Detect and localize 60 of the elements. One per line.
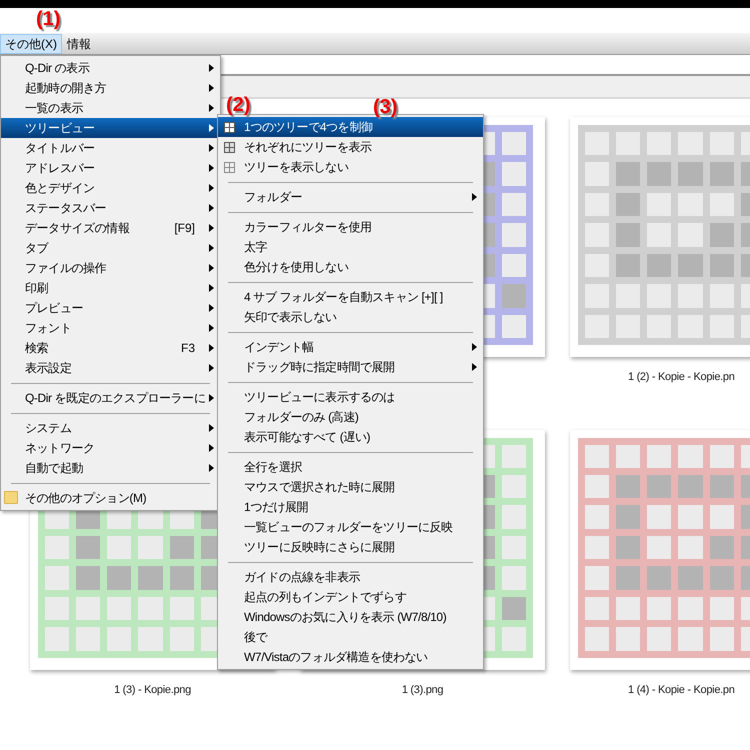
menu-item[interactable]: 印刷 (1, 278, 220, 298)
grid-icon (224, 142, 235, 153)
menu-item[interactable]: データサイズの情報 [F9] (1, 218, 220, 238)
menu-item[interactable]: W7/Vistaのフォルダ構造を使わない (218, 647, 483, 667)
menu-item[interactable]: ツリービュー (1, 118, 220, 138)
menu-item[interactable]: 太字 (218, 237, 483, 257)
menu-item[interactable]: 一覧の表示 (1, 98, 220, 118)
file-name: 1 (3).png (402, 682, 444, 698)
menu-item[interactable]: 後で (218, 627, 483, 647)
menu-item[interactable]: ツリービューに表示するのは (218, 387, 483, 407)
menu-item[interactable]: カラーフィルターを使用 (218, 217, 483, 237)
menu-item[interactable]: インデント幅 (218, 337, 483, 357)
menu-item[interactable]: システム (1, 418, 220, 438)
menu-item[interactable]: 起動時の開き方 (1, 78, 220, 98)
menu-item[interactable]: タイトルバー (1, 138, 220, 158)
grid-icon (224, 162, 235, 173)
menu-item[interactable]: 全行を選択 (218, 457, 483, 477)
callout-label: (3) (373, 95, 398, 120)
menu-item[interactable]: ドラッグ時に指定時間で展開 (218, 357, 483, 377)
menu-item[interactable]: ガイドの点線を非表示 (218, 567, 483, 587)
callout-label: (2) (226, 93, 250, 118)
file-name: 1 (4) - Kopie - Kopie.pn (628, 682, 735, 698)
menu-item[interactable]: ステータスバー (1, 198, 220, 218)
menu-item[interactable]: 表示可能なすべて (遅い) (218, 427, 483, 447)
menu-item[interactable]: ツリーを表示しない (218, 157, 483, 177)
menu-item[interactable]: その他のオプション(M) (1, 488, 220, 508)
menu-item[interactable]: プレビュー (1, 298, 220, 318)
menu-item[interactable]: 検索 F3 (1, 338, 220, 358)
file-name: 1 (2) - Kopie - Kopie.pn (628, 370, 735, 385)
menu-item[interactable]: それぞれにツリーを表示 (218, 137, 483, 157)
menu-bar-item[interactable]: その他(X) (0, 34, 62, 54)
menu-item[interactable]: 表示設定 (1, 358, 220, 378)
menu-item[interactable]: 1つのツリーで4つを制御 (218, 117, 483, 137)
menu-item[interactable]: マウスで選択された時に展開 (218, 477, 483, 497)
folder-icon (4, 491, 18, 504)
menu-item[interactable]: 起点の列もインデントでずらす (218, 587, 483, 607)
menu-item[interactable]: ファイルの操作 (1, 258, 220, 278)
menu-item[interactable]: ツリーに反映時にさらに展開 (218, 537, 483, 557)
menu-item[interactable]: 自動で起動 (1, 458, 220, 478)
menu-item[interactable]: フォルダー (218, 187, 483, 207)
menu-item[interactable]: フォント (1, 318, 220, 338)
menu-item[interactable]: 色とデザイン (1, 178, 220, 198)
menu-item[interactable]: アドレスバー (1, 158, 220, 178)
menu-item[interactable]: 4 サブ フォルダーを自動スキャン [+][ ] (218, 287, 483, 307)
menu-item[interactable]: フォルダーのみ (高速) (218, 407, 483, 427)
menu-item[interactable]: ネットワーク (1, 438, 220, 458)
menu-item[interactable]: Q-Dir の表示 (1, 58, 220, 78)
shortcut-text: [F9] (174, 220, 195, 237)
menu-item[interactable]: 一覧ビューのフォルダーをツリーに反映 (218, 517, 483, 537)
shortcut-text: F3 (180, 340, 195, 357)
callout-label: (1) (36, 7, 60, 32)
menu-item[interactable]: 矢印で表示しない (218, 307, 483, 327)
menu-item[interactable]: Q-Dir を既定のエクスプローラーに (1, 388, 220, 408)
menu-item[interactable]: Windowsのお気に入りを表示 (W7/8/10) (218, 607, 483, 627)
menu-item[interactable]: 色分けを使用しない (218, 257, 483, 277)
menu-item[interactable]: タブ (1, 238, 220, 258)
file-name: 1 (3) - Kopie.png (114, 682, 191, 698)
grid-icon (224, 122, 235, 133)
menu-item[interactable]: 1つだけ展開 (218, 497, 483, 517)
menu-bar-item[interactable]: 情報 (62, 34, 96, 54)
